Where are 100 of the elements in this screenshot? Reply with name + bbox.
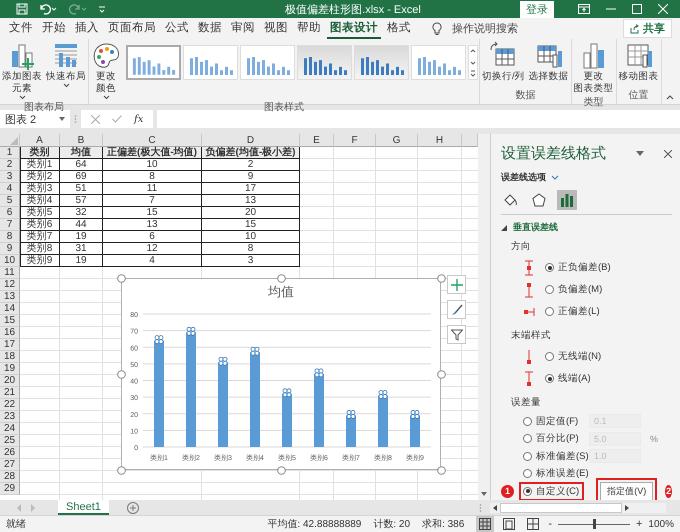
row-header[interactable]: 9 bbox=[0, 243, 20, 255]
table-cell: 15 bbox=[103, 207, 202, 219]
row-header[interactable]: 13 bbox=[0, 291, 20, 303]
ribbon-tab[interactable]: 视图 bbox=[261, 18, 291, 39]
window-title: 极值偏差柱形图.xlsx - Excel bbox=[284, 2, 422, 16]
radio-label[interactable]: 固定值(F) bbox=[536, 414, 578, 428]
ribbon-button[interactable]: 选择数据 bbox=[528, 41, 570, 88]
table-cell: 19 bbox=[60, 231, 103, 243]
ribbon-button[interactable]: 添加图表 元素 bbox=[1, 41, 43, 100]
table-cell: 3 bbox=[202, 255, 300, 267]
ribbon-button[interactable]: 更改 图表类型 bbox=[572, 41, 615, 95]
ribbon-button[interactable]: 更改 颜色 bbox=[90, 41, 122, 100]
ribbon-tab[interactable]: 帮助 bbox=[294, 18, 324, 39]
row-header[interactable]: 25 bbox=[0, 435, 20, 447]
zoom-in-button[interactable]: + bbox=[636, 518, 642, 530]
options-dropdown[interactable]: 误差线选项 bbox=[501, 171, 546, 184]
row-header[interactable]: 8 bbox=[0, 231, 20, 243]
row-header[interactable]: 18 bbox=[0, 351, 20, 363]
section-heading[interactable]: 垂直误差线 bbox=[513, 221, 558, 234]
table-cell: 11 bbox=[103, 183, 202, 195]
row-header[interactable]: 22 bbox=[0, 399, 20, 411]
row-header[interactable]: 5 bbox=[0, 195, 20, 207]
specify-value-button[interactable]: 指定值(V) bbox=[600, 482, 654, 501]
table-cell: 类别3 bbox=[20, 183, 60, 195]
share-button[interactable]: 共享 bbox=[623, 19, 672, 38]
ribbon-tab[interactable]: 插入 bbox=[72, 18, 102, 39]
row-header[interactable]: 24 bbox=[0, 423, 20, 435]
row-header[interactable]: 19 bbox=[0, 363, 20, 375]
radio-label[interactable]: 正偏差(L) bbox=[558, 305, 600, 318]
row-header[interactable]: 26 bbox=[0, 447, 20, 459]
row-header[interactable]: 3 bbox=[0, 171, 20, 183]
table-cell: 4 bbox=[103, 255, 202, 267]
ribbon-tab[interactable]: 公式 bbox=[162, 18, 192, 39]
row-header[interactable]: 21 bbox=[0, 387, 20, 399]
insert-function-button[interactable]: fx bbox=[134, 114, 144, 124]
radio-label[interactable]: 正负偏差(B) bbox=[558, 261, 611, 274]
row-header[interactable]: 1 bbox=[0, 147, 20, 159]
header-cell: 类别 bbox=[20, 147, 60, 159]
sheet-tab[interactable]: Sheet1 bbox=[58, 500, 109, 515]
table-cell: 13 bbox=[202, 195, 300, 207]
column-header[interactable]: G bbox=[376, 134, 418, 147]
ribbon-button[interactable]: 快速布局 bbox=[45, 41, 87, 100]
row-header[interactable]: 15 bbox=[0, 315, 20, 327]
column-header[interactable]: B bbox=[60, 134, 103, 147]
row-header[interactable]: 29 bbox=[0, 483, 20, 495]
table-cell: 32 bbox=[60, 207, 103, 219]
radio-label[interactable]: 标准误差(E) bbox=[536, 467, 589, 480]
row-header[interactable]: 4 bbox=[0, 183, 20, 195]
name-box[interactable]: 图表 2 bbox=[0, 110, 70, 128]
table-cell: 12 bbox=[103, 243, 202, 255]
row-header[interactable]: 12 bbox=[0, 279, 20, 291]
ribbon-tab[interactable]: 开始 bbox=[39, 18, 69, 39]
ribbon-tab[interactable]: 页面布局 bbox=[105, 18, 159, 39]
group-label: 类型 bbox=[584, 96, 604, 110]
column-header[interactable]: F bbox=[334, 134, 376, 147]
header-cell: 正偏差(极大值-均值) bbox=[103, 147, 202, 159]
radio-label[interactable]: 无线端(N) bbox=[558, 350, 602, 364]
row-header[interactable]: 28 bbox=[0, 471, 20, 483]
ribbon-tab[interactable]: 文件 bbox=[6, 18, 36, 39]
row-header[interactable]: 14 bbox=[0, 303, 20, 315]
radio-label[interactable]: 百分比(P) bbox=[536, 432, 579, 446]
row-header[interactable]: 11 bbox=[0, 267, 20, 279]
row-header[interactable]: 17 bbox=[0, 339, 20, 351]
radio-label[interactable]: 负偏差(M) bbox=[558, 283, 602, 296]
zoom-level[interactable]: 100% bbox=[648, 518, 674, 530]
sign-in-button[interactable]: 登录 bbox=[520, 0, 554, 18]
column-header[interactable]: H bbox=[418, 134, 462, 147]
column-header[interactable]: D bbox=[202, 134, 300, 147]
column-header[interactable]: E bbox=[300, 134, 334, 147]
radio-label[interactable]: 线端(A) bbox=[558, 372, 591, 386]
column-header[interactable]: C bbox=[103, 134, 202, 147]
status-stat: 平均值: 42.88888889 bbox=[267, 518, 362, 531]
row-header[interactable]: 23 bbox=[0, 411, 20, 423]
table-cell: 51 bbox=[60, 183, 103, 195]
table-cell: 19 bbox=[60, 255, 103, 267]
ribbon-button[interactable]: 移动图表 bbox=[618, 41, 660, 88]
table-cell: 15 bbox=[202, 219, 300, 231]
ribbon-tab[interactable]: 格式 bbox=[384, 18, 414, 39]
row-header[interactable]: 2 bbox=[0, 159, 20, 171]
row-header[interactable]: 6 bbox=[0, 207, 20, 219]
row-header[interactable]: 27 bbox=[0, 459, 20, 471]
ribbon-tab[interactable]: 数据 bbox=[195, 18, 225, 39]
table-cell: 9 bbox=[202, 171, 300, 183]
table-cell: 57 bbox=[60, 195, 103, 207]
table-cell: 64 bbox=[60, 159, 103, 171]
row-header[interactable]: 10 bbox=[0, 255, 20, 267]
ribbon-button[interactable]: 切换行/列 bbox=[481, 41, 526, 88]
radio-label[interactable]: 标准偏差(S) bbox=[536, 450, 589, 463]
ribbon-tab[interactable]: 审阅 bbox=[228, 18, 258, 39]
column-header[interactable]: A bbox=[20, 134, 60, 147]
pane-title: 设置误差线格式 bbox=[501, 144, 607, 163]
row-header[interactable]: 16 bbox=[0, 327, 20, 339]
search-field[interactable]: 操作说明搜索 bbox=[450, 22, 544, 36]
zoom-out-button[interactable]: - bbox=[548, 518, 552, 530]
table-cell: 类别6 bbox=[20, 219, 60, 231]
row-header[interactable]: 7 bbox=[0, 219, 20, 231]
row-header[interactable]: 20 bbox=[0, 375, 20, 387]
radio-label[interactable]: 自定义(C) bbox=[536, 484, 580, 498]
unit-label: % bbox=[650, 434, 658, 444]
table-cell: 20 bbox=[202, 207, 300, 219]
